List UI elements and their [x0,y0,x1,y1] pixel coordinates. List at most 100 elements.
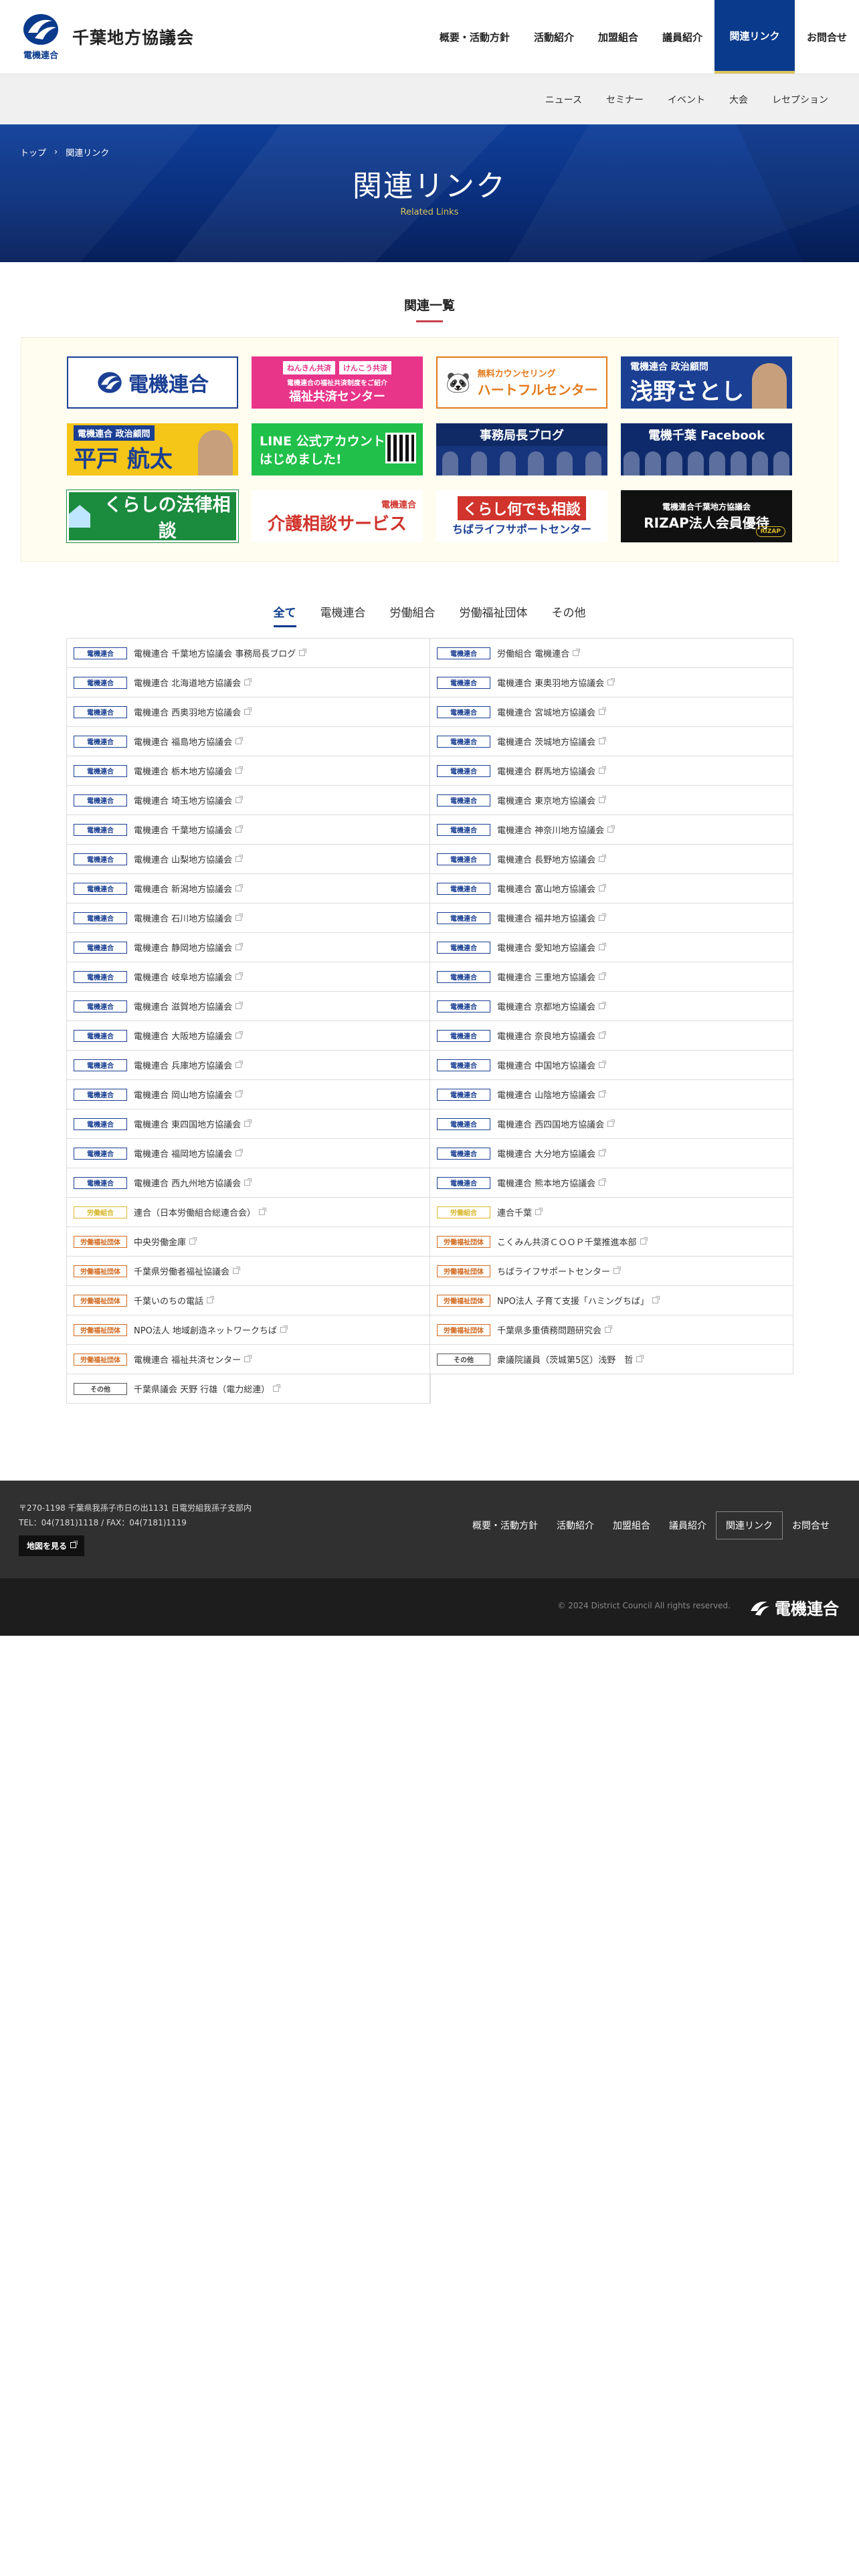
link-text[interactable]: 千葉県議会 天野 行雄（電力総連） [134,1382,281,1395]
link-text[interactable]: 千葉県労働者福祉協議会 [134,1265,241,1277]
link-text[interactable]: 電機連合 大分地方協議会 [497,1147,607,1160]
link-text[interactable]: 電機連合 宮城地方協議会 [497,706,607,718]
link-text[interactable]: 電機連合 北海道地方協議会 [134,676,252,689]
footer-nav-overview[interactable]: 概要・活動方針 [463,1512,547,1539]
banner-legal-consult[interactable]: くらしの法律相談 [66,490,239,543]
subnav-event[interactable]: イベント [656,93,717,106]
site-logo[interactable]: 電機連合 千葉地方協議会 [19,13,194,61]
gnav-contact[interactable]: お問合せ [795,0,859,74]
link-text[interactable]: 電機連合 西四国地方協議会 [497,1117,615,1130]
link-text[interactable]: 労働組合 電機連合 [497,647,581,659]
link-text[interactable]: 電機連合 山梨地方協議会 [134,853,244,865]
link-text[interactable]: 電機連合 福井地方協議会 [497,911,607,924]
banner-rizap[interactable]: 電機連合千葉地方協議会 RIZAP法人会員優待 RIZAP [621,490,792,542]
map-button[interactable]: 地図を見る [19,1535,85,1556]
banner-welfare-center[interactable]: ねんきん共済 けんこう共済 電機連合の福祉共済制度をご紹介 福祉共済センター [252,356,423,409]
gnav-overview[interactable]: 概要・活動方針 [427,0,522,74]
link-text[interactable]: 電機連合 山陰地方協議会 [497,1088,607,1101]
link-text[interactable]: 中央労働金庫 [134,1235,197,1248]
banner-denki-rengo[interactable]: 電機連合 [67,356,238,409]
link-text[interactable]: 電機連合 新潟地方協議会 [134,882,244,895]
link-text[interactable]: 電機連合 岡山地方協議会 [134,1088,244,1101]
link-text[interactable]: 電機連合 千葉地方協議会 [134,823,244,836]
banner-hirato-kota[interactable]: 電機連合 政治顧問 平戸 航太 [67,423,238,475]
footer-nav-member-unions[interactable]: 加盟組合 [603,1512,660,1539]
link-text[interactable]: 電機連合 東京地方協議会 [497,794,607,807]
link-text[interactable]: 千葉いのちの電話 [134,1294,215,1307]
link-item: 電機連合 電機連合 三重地方協議会 [430,962,793,992]
subnav-seminar[interactable]: セミナー [594,93,656,106]
breadcrumb-home[interactable]: トップ [20,146,46,158]
link-text[interactable]: 電機連合 群馬地方協議会 [497,764,607,777]
footer-address: 〒270-1198 千葉県我孫子市日の出1131 日電労組我孫子支部内 TEL：… [19,1503,252,1527]
external-link-icon [235,1031,244,1039]
link-text[interactable]: 電機連合 千葉地方協議会 事務局長ブログ [134,647,307,659]
link-text[interactable]: ちばライフサポートセンター [497,1265,622,1277]
banner-life-support[interactable]: くらし何でも相談 ちばライフサポートセンター [436,490,607,542]
link-text[interactable]: 電機連合 長野地方協議会 [497,853,607,865]
link-text[interactable]: 連合千葉 [497,1206,543,1218]
link-item: 電機連合 電機連合 愛知地方協議会 [430,933,793,962]
link-text[interactable]: 電機連合 埼玉地方協議会 [134,794,244,807]
footer-nav-activities[interactable]: 活動紹介 [547,1512,603,1539]
banner-asano-satoshi[interactable]: 電機連合 政治顧問 浅野さとし [621,356,792,409]
banner-facebook[interactable]: 電機千葉 Facebook [621,423,792,475]
link-text[interactable]: 電機連合 静岡地方協議会 [134,941,244,954]
link-text[interactable]: 電機連合 神奈川地方協議会 [497,823,615,836]
link-text[interactable]: 電機連合 西九州地方協議会 [134,1176,252,1189]
link-text[interactable]: 電機連合 西奥羽地方協議会 [134,706,252,718]
link-text[interactable]: 電機連合 岐阜地方協議会 [134,970,244,983]
footer-logo[interactable]: 電機連合 [748,1596,839,1619]
link-text[interactable]: 電機連合 奈良地方協議会 [497,1029,607,1042]
link-text[interactable]: こくみん共済ＣＯＯＰ千葉推進本部 [497,1235,648,1248]
link-text[interactable]: 電機連合 栃木地方協議会 [134,764,244,777]
link-text[interactable]: 電機連合 熊本地方協議会 [497,1176,607,1189]
link-text[interactable]: 衆議院議員（茨城第5区）浅野 哲 [497,1353,644,1366]
banner-care-consult[interactable]: 電機連合 介護相談サービス [252,490,423,542]
tab-denki-rengo[interactable]: 電機連合 [320,603,366,627]
footer-nav-contact[interactable]: お問合せ [783,1512,839,1539]
subnav-reception[interactable]: レセプション [760,93,840,106]
banner-line-official[interactable]: LINE 公式アカウント はじめました! [252,423,423,475]
link-text[interactable]: 電機連合 石川地方協議会 [134,911,244,924]
link-item: 労働組合 連合千葉 [430,1198,793,1227]
subnav-news[interactable]: ニュース [533,93,594,106]
link-item: 電機連合 電機連合 岡山地方協議会 [67,1080,430,1109]
link-text[interactable]: 電機連合 茨城地方協議会 [497,735,607,748]
link-text[interactable]: 電機連合 兵庫地方協議会 [134,1059,244,1071]
link-text[interactable]: 電機連合 福祉共済センター [134,1353,252,1366]
banner-heartful-center[interactable]: 🐼 無料カウンセリング ハートフルセンター [436,356,607,409]
link-text[interactable]: 電機連合 三重地方協議会 [497,970,607,983]
banner-secretary-blog[interactable]: 事務局長ブログ [436,423,607,475]
tab-all[interactable]: 全て [273,603,296,627]
link-text[interactable]: 電機連合 東四国地方協議会 [134,1117,252,1130]
link-text[interactable]: 電機連合 中国地方協議会 [497,1059,607,1071]
category-badge: 電機連合 [437,911,490,924]
tab-labor-welfare[interactable]: 労働福祉団体 [460,603,528,627]
link-text[interactable]: 電機連合 愛知地方協議会 [497,941,607,954]
link-text[interactable]: 電機連合 滋賀地方協議会 [134,1000,244,1012]
tab-labor-union[interactable]: 労働組合 [390,603,436,627]
category-badge: 電機連合 [437,882,490,895]
link-text[interactable]: 電機連合 福岡地方協議会 [134,1147,244,1160]
link-text[interactable]: NPO法人 地域創造ネットワークちば [134,1323,288,1336]
gnav-councillors[interactable]: 議員紹介 [650,0,714,74]
gnav-activities[interactable]: 活動紹介 [522,0,586,74]
footer-nav-related-links[interactable]: 関連リンク [716,1511,783,1539]
link-text[interactable]: 電機連合 東奥羽地方協議会 [497,676,615,689]
footer-nav-councillors[interactable]: 議員紹介 [660,1512,716,1539]
link-item: 労働福祉団体 千葉県労働者福祉協議会 [67,1257,430,1286]
tab-other[interactable]: その他 [552,603,586,627]
gnav-member-unions[interactable]: 加盟組合 [586,0,650,74]
subnav-convention[interactable]: 大会 [717,93,760,106]
gnav-related-links[interactable]: 関連リンク [714,0,795,74]
link-text[interactable]: 電機連合 京都地方協議会 [497,1000,607,1012]
link-text[interactable]: 電機連合 富山地方協議会 [497,882,607,895]
link-text[interactable]: 連合（日本労働組合総連合会） [134,1206,267,1218]
category-badge: 電機連合 [74,1176,127,1189]
link-text[interactable]: 電機連合 大阪地方協議会 [134,1029,244,1042]
link-text[interactable]: 電機連合 福島地方協議会 [134,735,244,748]
link-text[interactable]: NPO法人 子育て支援「ハミングちば」 [497,1294,660,1307]
link-item: 電機連合 電機連合 新潟地方協議会 [67,874,430,903]
link-text[interactable]: 千葉県多重債務問題研究会 [497,1323,613,1336]
